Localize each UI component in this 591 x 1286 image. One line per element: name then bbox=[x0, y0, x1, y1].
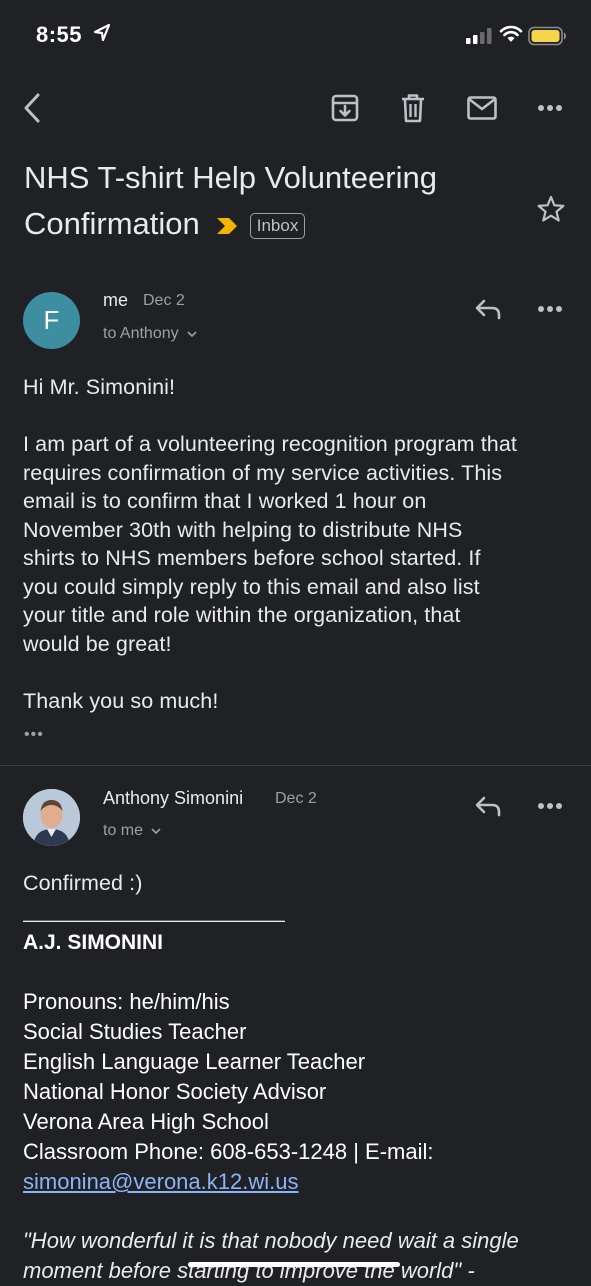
recipients-toggle[interactable]: to me bbox=[103, 822, 162, 840]
signature-line: Classroom Phone: 608-653-1248 | E-mail: bbox=[23, 1139, 434, 1164]
location-arrow-icon bbox=[94, 24, 110, 42]
status-time: 8:55 bbox=[36, 22, 83, 47]
body-line: Thank you so much! bbox=[23, 688, 219, 713]
message-divider bbox=[0, 765, 591, 766]
message-body: Hi Mr. Simonini! I am part of a voluntee… bbox=[23, 373, 573, 715]
subject-line-1: NHS T-shirt Help Volunteering bbox=[24, 160, 437, 195]
signature-rule: _________________________ bbox=[23, 901, 285, 923]
signature-quote: "How wonderful it is that nobody need wa… bbox=[23, 1226, 583, 1286]
star-icon bbox=[537, 195, 565, 222]
body-line: requires confirmation of my service acti… bbox=[23, 460, 503, 485]
quote-line: "How wonderful it is that nobody need wa… bbox=[23, 1228, 519, 1253]
body-line: email is to confirm that I worked 1 hour… bbox=[23, 489, 427, 513]
message-more-button[interactable] bbox=[532, 788, 568, 824]
more-horizontal-icon bbox=[538, 306, 562, 312]
more-horizontal-icon bbox=[538, 105, 562, 111]
subject-line-2: Confirmation bbox=[24, 206, 200, 241]
email-link[interactable]: simonina@verona.k12.wi.us bbox=[23, 1169, 298, 1194]
message-date: Dec 2 bbox=[275, 790, 317, 807]
star-button[interactable] bbox=[533, 191, 569, 227]
body-line: Hi Mr. Simonini! bbox=[23, 375, 176, 399]
reply-greeting: Confirmed :) bbox=[23, 871, 143, 895]
reply-button[interactable] bbox=[470, 291, 506, 327]
archive-icon bbox=[331, 94, 359, 122]
recipients-text: to Anthony bbox=[103, 325, 179, 342]
signature-line: Social Studies Teacher bbox=[23, 1019, 247, 1044]
more-options-button[interactable] bbox=[532, 90, 568, 126]
important-marker-icon[interactable] bbox=[214, 203, 240, 249]
signature-line: Verona Area High School bbox=[23, 1109, 269, 1134]
trash-icon bbox=[402, 94, 424, 123]
mark-unread-button[interactable] bbox=[464, 90, 500, 126]
more-horizontal-icon bbox=[538, 803, 562, 809]
reply-button[interactable] bbox=[470, 788, 506, 824]
signature-line: English Language Learner Teacher bbox=[23, 1049, 366, 1074]
body-line: you could simply reply to this email and… bbox=[23, 574, 480, 599]
sender-name: Anthony Simonini bbox=[103, 788, 244, 808]
reply-icon bbox=[475, 796, 501, 817]
battery-icon bbox=[528, 26, 566, 46]
home-indicator[interactable] bbox=[188, 1262, 400, 1267]
signature-line: Pronouns: he/him/his bbox=[23, 989, 230, 1014]
inbox-label[interactable]: Inbox bbox=[249, 212, 306, 239]
show-trimmed-content[interactable]: ••• bbox=[24, 726, 44, 744]
wifi-icon bbox=[499, 25, 523, 42]
recipients-text: to me bbox=[103, 822, 144, 839]
message-more-button[interactable] bbox=[532, 291, 568, 327]
chevron-down-icon bbox=[187, 331, 197, 337]
sender-avatar[interactable]: F bbox=[23, 292, 80, 349]
back-button[interactable] bbox=[14, 90, 50, 126]
sender-avatar-photo[interactable] bbox=[23, 789, 80, 846]
body-line: I am part of a volunteering recognition … bbox=[23, 432, 517, 456]
signature-block: Pronouns: he/him/his Social Studies Teac… bbox=[23, 987, 433, 1197]
reply-icon bbox=[475, 299, 501, 320]
message-date: Dec 2 bbox=[143, 292, 185, 309]
mail-icon bbox=[467, 96, 497, 120]
quote-line: moment before starting to improve the wo… bbox=[23, 1258, 475, 1283]
delete-button[interactable] bbox=[395, 90, 431, 126]
status-bar: 8:55 bbox=[0, 0, 591, 70]
body-line: November 30th with helping to distribute… bbox=[23, 517, 463, 542]
sender-name: me bbox=[103, 290, 129, 310]
back-arrow-icon bbox=[24, 93, 40, 123]
signature-line: National Honor Society Advisor bbox=[23, 1079, 327, 1104]
person-photo-icon bbox=[23, 789, 80, 846]
body-line: shirts to NHS members before school star… bbox=[23, 546, 481, 570]
email-subject: NHS T-shirt Help Volunteering Confirmati… bbox=[24, 155, 504, 249]
signal-icon bbox=[466, 28, 492, 44]
body-line: your title and role within the organizat… bbox=[23, 603, 461, 627]
recipients-toggle[interactable]: to Anthony bbox=[103, 325, 197, 343]
body-line: would be great! bbox=[23, 631, 172, 656]
archive-button[interactable] bbox=[327, 90, 363, 126]
chevron-down-icon bbox=[151, 828, 162, 834]
signature-name: A.J. SIMONINI bbox=[23, 931, 164, 954]
